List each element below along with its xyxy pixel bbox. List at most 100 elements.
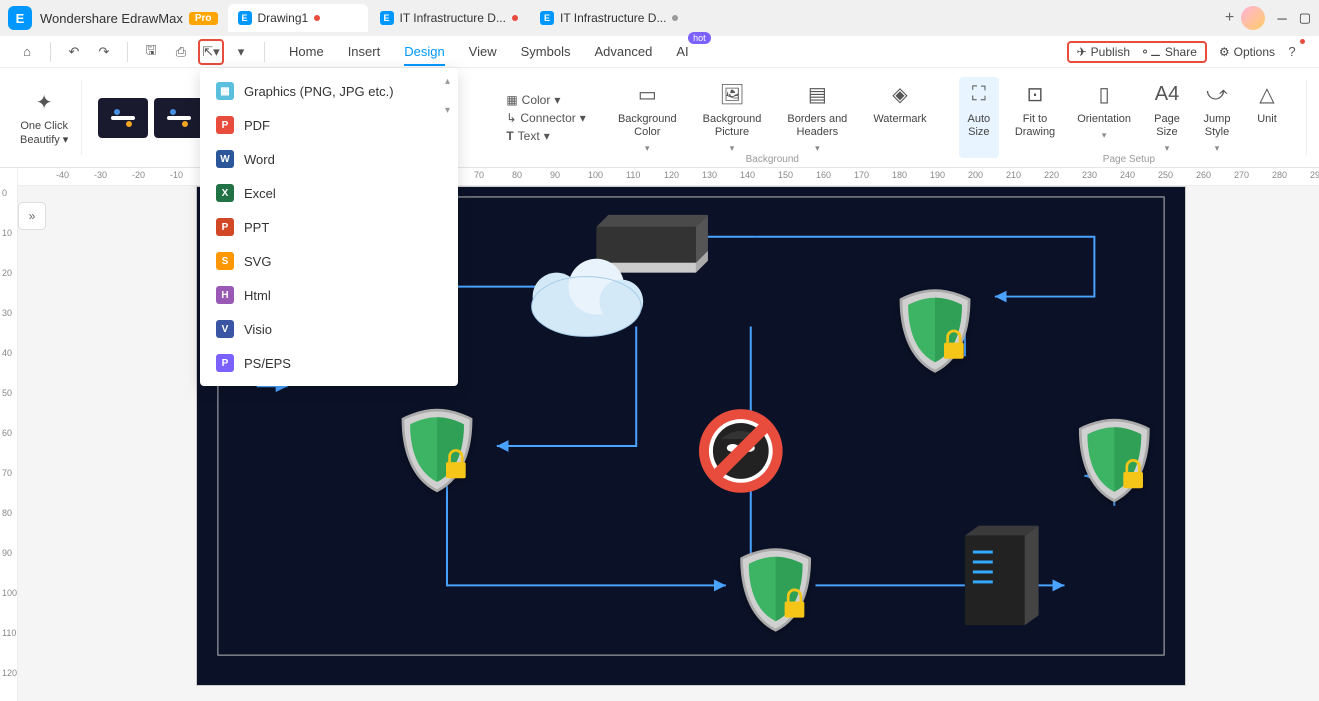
hruler-tick: 170 — [854, 170, 869, 180]
shield-top-right-node[interactable] — [901, 291, 969, 372]
hruler-tick: 160 — [816, 170, 831, 180]
server-top-node[interactable] — [596, 215, 708, 273]
page-setup-group-label: Page Setup — [1103, 154, 1155, 165]
hruler-tick: 230 — [1082, 170, 1097, 180]
share-button[interactable]: ⚬⚊Share — [1140, 45, 1197, 59]
new-tab-button[interactable]: + — [1217, 6, 1241, 30]
title-bar: E Wondershare EdrawMax Pro EDrawing1EIT … — [0, 0, 1319, 36]
fit-drawing-button[interactable]: ⊡Fit toDrawing — [1009, 77, 1061, 158]
user-avatar[interactable] — [1241, 6, 1265, 30]
redo-button[interactable]: ↷ — [91, 39, 117, 65]
more-dropdown[interactable]: ▾ — [228, 39, 254, 65]
shield-left-node[interactable] — [403, 410, 471, 491]
modified-dot — [672, 15, 678, 21]
hruler-tick: 220 — [1044, 170, 1059, 180]
hruler-tick: 140 — [740, 170, 755, 180]
window-controls: ─ ▢ — [1241, 6, 1311, 30]
hruler-tick: 270 — [1234, 170, 1249, 180]
background-group: ▭BackgroundColor▾ 🖼BackgroundPicture▾ ▤B… — [602, 68, 943, 167]
jump-style-button[interactable]: ⤻JumpStyle▾ — [1197, 77, 1237, 158]
save-button[interactable]: 🖫 — [138, 39, 164, 65]
connector-option[interactable]: ↳ Connector ▾ — [506, 111, 585, 125]
page-size-button[interactable]: A4PageSize▾ — [1147, 77, 1187, 158]
app-logo: E — [8, 6, 32, 30]
design-ribbon: ✦ One ClickBeautify ▾ ▴▾ ▦Graphics (PNG,… — [0, 68, 1319, 168]
watermark-icon: ◈ — [886, 81, 914, 109]
background-picture-button[interactable]: 🖼BackgroundPicture▾ — [697, 77, 768, 158]
home-icon[interactable]: ⌂ — [14, 39, 40, 65]
export-item-html[interactable]: HHtml — [200, 278, 458, 312]
publish-button[interactable]: ✈Publish — [1077, 45, 1130, 59]
export-item-excel[interactable]: XExcel — [200, 176, 458, 210]
print-button[interactable]: ⎙ — [168, 39, 194, 65]
sparkle-icon: ✦ — [30, 88, 58, 116]
no-hacker-node[interactable] — [699, 409, 783, 493]
hruler-tick: 280 — [1272, 170, 1287, 180]
hruler-tick: 90 — [550, 170, 560, 180]
document-tab-2[interactable]: EIT Infrastructure D... — [530, 4, 688, 32]
server-tower-node[interactable] — [965, 526, 1039, 626]
menu-tab-insert[interactable]: Insert — [348, 38, 381, 65]
menu-tab-ai[interactable]: AIhot — [676, 38, 688, 65]
ppt-icon: P — [216, 218, 234, 236]
hruler-tick: 150 — [778, 170, 793, 180]
ps-icon: P — [216, 354, 234, 372]
panel-toggle[interactable]: » — [18, 202, 46, 230]
app-name: Wondershare EdrawMax — [40, 11, 183, 26]
minimize-button[interactable]: ─ — [1277, 11, 1286, 26]
hruler-tick: 110 — [626, 170, 640, 180]
export-item-img[interactable]: ▦Graphics (PNG, JPG etc.) — [200, 74, 458, 108]
word-icon: W — [216, 150, 234, 168]
export-item-label: SVG — [244, 254, 271, 269]
text-option[interactable]: T Text ▾ — [506, 129, 585, 143]
hruler-tick: 130 — [702, 170, 717, 180]
hot-badge: hot — [688, 32, 711, 44]
theme-thumb-dark-1[interactable] — [98, 98, 148, 138]
shield-bottom-node[interactable] — [742, 550, 810, 631]
export-item-label: PS/EPS — [244, 356, 291, 371]
export-item-svg[interactable]: SSVG — [200, 244, 458, 278]
tab-label: Drawing1 — [258, 11, 309, 25]
help-button[interactable]: ? — [1279, 39, 1305, 65]
menu-tab-symbols[interactable]: Symbols — [521, 38, 571, 65]
vruler-tick: 50 — [2, 388, 12, 398]
borders-headers-button[interactable]: ▤Borders andHeaders▾ — [781, 77, 853, 158]
menu-tab-design[interactable]: Design — [404, 38, 444, 65]
autosize-icon: ⛶ — [965, 81, 993, 109]
one-click-beautify-button[interactable]: ✦ One ClickBeautify ▾ — [14, 84, 74, 150]
export-button[interactable]: ⇱▾ — [198, 39, 224, 65]
hruler-tick: 180 — [892, 170, 907, 180]
watermark-button[interactable]: ◈Watermark — [867, 77, 932, 130]
tab-label: IT Infrastructure D... — [560, 11, 666, 25]
export-dropdown-menu: ▴▾ ▦Graphics (PNG, JPG etc.)PPDFWWordXEx… — [200, 68, 458, 386]
vruler-tick: 0 — [2, 188, 7, 198]
color-option[interactable]: ▦ Color ▾ — [506, 93, 585, 107]
vruler-tick: 40 — [2, 348, 12, 358]
shield-right-node[interactable] — [1080, 420, 1148, 501]
theme-thumb-dark-2[interactable] — [154, 98, 204, 138]
export-item-label: Excel — [244, 186, 276, 201]
export-item-ppt[interactable]: PPPT — [200, 210, 458, 244]
menu-tab-view[interactable]: View — [469, 38, 497, 65]
pdf-icon: P — [216, 116, 234, 134]
auto-size-button[interactable]: ⛶AutoSize — [959, 77, 999, 158]
hruler-tick: 240 — [1120, 170, 1135, 180]
options-button[interactable]: ⚙Options — [1219, 45, 1275, 59]
menu-tab-advanced[interactable]: Advanced — [594, 38, 652, 65]
background-color-button[interactable]: ▭BackgroundColor▾ — [612, 77, 683, 158]
export-item-ps[interactable]: P PS/EPS — [200, 346, 458, 380]
doc-icon: E — [238, 11, 252, 25]
tab-label: IT Infrastructure D... — [400, 11, 506, 25]
orientation-button[interactable]: ▯Orientation▾ — [1071, 77, 1137, 158]
unit-icon: △ — [1253, 81, 1281, 109]
unit-button[interactable]: △Unit — [1247, 77, 1287, 158]
export-item-pdf[interactable]: PPDF — [200, 108, 458, 142]
export-item-visio[interactable]: VVisio — [200, 312, 458, 346]
modified-dot — [512, 15, 518, 21]
maximize-button[interactable]: ▢ — [1299, 10, 1311, 26]
menu-tab-home[interactable]: Home — [289, 38, 324, 65]
document-tab-1[interactable]: EIT Infrastructure D... — [370, 4, 528, 32]
export-item-word[interactable]: WWord — [200, 142, 458, 176]
undo-button[interactable]: ↶ — [61, 39, 87, 65]
document-tab-0[interactable]: E Drawing1 — [228, 4, 368, 32]
